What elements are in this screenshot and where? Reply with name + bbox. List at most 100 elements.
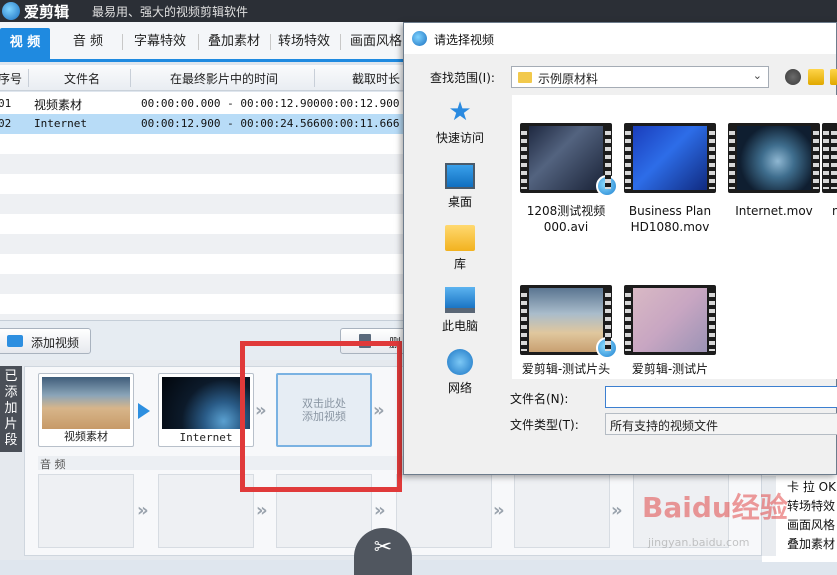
app-logo-icon [412, 31, 427, 46]
row-duration: 00:00:11.666 [320, 117, 400, 130]
filetype-label: 文件类型(T): [510, 418, 579, 432]
file-item[interactable]: 爱剪辑-测试片头.mp4 [618, 285, 722, 379]
menu-divider [270, 34, 271, 50]
filetype-dropdown[interactable]: 所有支持的视频文件 [605, 413, 837, 435]
file-name: 爱剪辑-测试片头.mp4 [631, 362, 709, 379]
tab-subtitle-effects[interactable]: 字幕特效 [128, 30, 192, 54]
place-library[interactable]: 库 [408, 225, 512, 272]
watermark-url: jingyan.baidu.com [648, 536, 750, 549]
star-icon: ★ [448, 97, 472, 127]
clip-table-header: 序号 文件名 在最终影片中的时间 截取时长 [0, 65, 410, 91]
watermark-text: Baidu经验 [642, 491, 788, 524]
tab-audio[interactable]: 音 频 [62, 30, 114, 54]
look-in-dropdown[interactable]: 示例原材料 ⌄ [511, 66, 769, 88]
video-thumbnail [633, 288, 707, 352]
clip-thumbnail [42, 377, 130, 429]
place-label: 桌面 [447, 195, 472, 209]
video-file-icon [624, 285, 716, 355]
chevron-right-icon: » [493, 500, 505, 521]
place-label: 网络 [447, 381, 472, 395]
audio-slot[interactable] [514, 474, 610, 548]
timeline-clip[interactable]: 视频素材 [38, 373, 134, 447]
filename-label: 文件名(N): [510, 392, 569, 406]
look-in-label: 查找范围(I): [430, 71, 495, 85]
row-time: 00:00:00.000 - 00:00:12.900 [141, 97, 320, 110]
file-name: n [832, 204, 837, 218]
dialog-titlebar[interactable]: 请选择视频 [404, 23, 836, 54]
video-file-icon [624, 123, 716, 193]
row-time: 00:00:12.900 - 00:00:24.566 [141, 117, 320, 130]
added-clips-label: 已添加片段 [4, 369, 18, 448]
desktop-icon [445, 163, 475, 189]
app-logo-icon [2, 2, 20, 20]
added-clips-tab[interactable]: 已添加片段 [0, 366, 22, 452]
file-name: 爱剪辑-测试片头00.00.05-00.0 [521, 362, 611, 379]
clip-table: 01 视频素材 00:00:00.000 - 00:00:12.900 00:0… [0, 92, 410, 320]
chevron-down-icon: ⌄ [752, 69, 762, 82]
table-row[interactable]: 01 视频素材 00:00:00.000 - 00:00:12.900 00:0… [0, 94, 410, 114]
col-filename[interactable]: 文件名 [64, 70, 100, 87]
add-video-button[interactable]: 添加视频 [0, 328, 91, 354]
new-folder-icon[interactable] [830, 69, 837, 85]
place-label: 快速访问 [435, 131, 484, 145]
file-item[interactable]: Business Plan HD1080.mov [618, 123, 722, 235]
file-item[interactable]: Internet.mov [722, 123, 826, 219]
audio-slot[interactable] [396, 474, 492, 548]
tab-overlay[interactable]: 叠加素材 [202, 30, 266, 54]
place-desktop[interactable]: 桌面 [408, 163, 512, 210]
main-menu: 视 频 音 频 字幕特效 叠加素材 转场特效 画面风格 [0, 22, 410, 62]
tab-transition[interactable]: 转场特效 [273, 30, 335, 54]
audio-slot[interactable] [38, 474, 134, 548]
col-divider [314, 69, 315, 87]
video-thumbnail [633, 126, 707, 190]
app-titlebar: 爱剪辑 最易用、强大的视频剪辑软件 [0, 0, 837, 22]
empty-row [0, 274, 410, 294]
video-thumbnail [529, 126, 603, 190]
computer-icon [445, 287, 475, 313]
col-time[interactable]: 在最终影片中的时间 [170, 70, 278, 87]
file-item[interactable]: n [822, 123, 837, 219]
clip-label: Internet [179, 431, 233, 444]
menu-divider [198, 34, 199, 50]
col-divider [130, 69, 131, 87]
file-name: Internet.mov [735, 204, 813, 218]
tab-picture-style[interactable]: 画面风格 [344, 30, 408, 54]
tab-video[interactable]: 视 频 [0, 28, 50, 62]
places-bar: ★ 快速访问 桌面 库 此电脑 网络 [408, 95, 512, 395]
dialog-title: 请选择视频 [434, 33, 495, 47]
back-icon[interactable] [785, 69, 801, 85]
col-index[interactable]: 序号 [0, 70, 22, 87]
place-quick-access[interactable]: ★ 快速访问 [408, 99, 512, 146]
empty-row [0, 154, 410, 174]
up-folder-icon[interactable] [808, 69, 824, 85]
row-filename: 视频素材 [34, 98, 83, 112]
video-thumbnail [529, 288, 603, 352]
place-network[interactable]: 网络 [408, 349, 512, 396]
empty-row [0, 234, 410, 254]
video-file-icon [520, 123, 618, 197]
filename-input[interactable] [605, 386, 837, 408]
filetype-value: 所有支持的视频文件 [610, 419, 719, 433]
menu-divider [122, 34, 123, 50]
highlight-box [240, 341, 402, 492]
file-list: 1208测试视频000.avi Business Plan HD1080.mov… [512, 95, 837, 379]
scissors-icon: ✂ [373, 535, 393, 560]
video-file-icon [822, 123, 837, 193]
file-item[interactable]: 1208测试视频000.avi [514, 123, 618, 235]
col-divider [28, 69, 29, 87]
place-label: 此电脑 [441, 319, 478, 333]
look-in-value: 示例原材料 [538, 72, 599, 86]
chevron-right-icon: » [256, 500, 268, 521]
chevron-right-icon: » [137, 500, 149, 521]
file-name: Business Plan HD1080.mov [628, 204, 712, 234]
col-duration[interactable]: 截取时长 [352, 70, 400, 87]
place-this-pc[interactable]: 此电脑 [408, 287, 512, 334]
library-icon [445, 225, 475, 251]
place-label: 库 [453, 257, 466, 271]
video-file-icon [520, 285, 618, 359]
video-file-icon [728, 123, 820, 193]
table-row[interactable]: 02 Internet 00:00:12.900 - 00:00:24.566 … [0, 114, 410, 134]
row-index: 01 [0, 97, 12, 110]
app-slogan: 最易用、强大的视频剪辑软件 [92, 5, 249, 19]
file-item[interactable]: 爱剪辑-测试片头00.00.05-00.0 [514, 285, 618, 379]
